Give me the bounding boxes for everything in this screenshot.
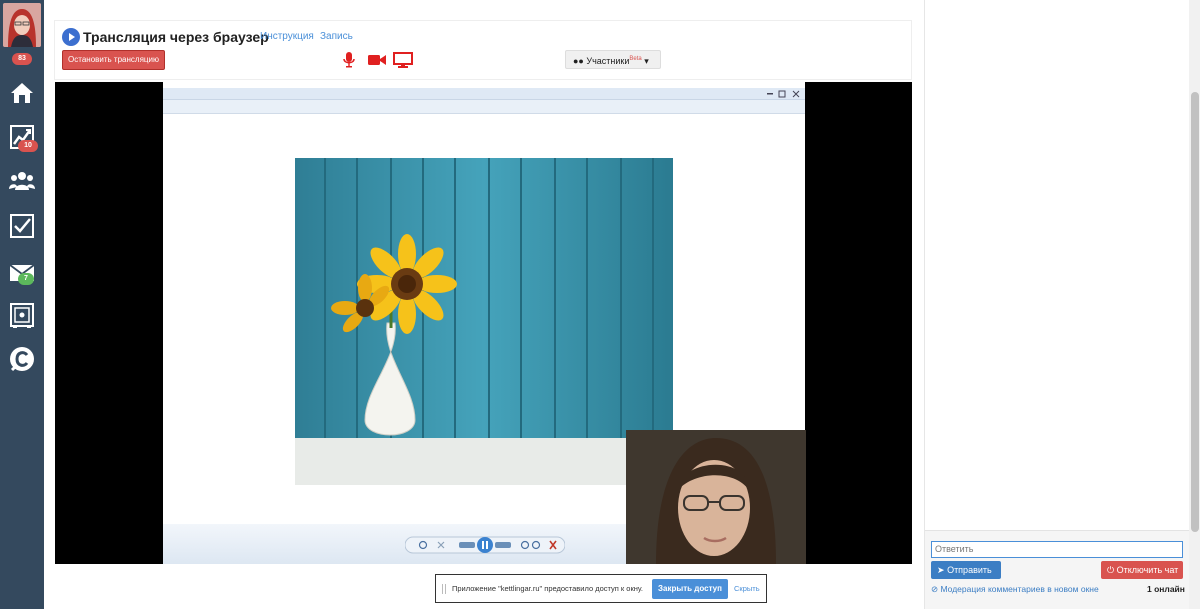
caret-down-icon: ▾: [644, 56, 649, 66]
webcam-overlay: [626, 430, 806, 564]
participants-label: Участники: [586, 56, 630, 66]
disable-chat-button[interactable]: ⏻ Отключить чат: [1101, 561, 1183, 579]
logo-icon[interactable]: [9, 346, 35, 372]
users-icon[interactable]: [9, 168, 35, 194]
video-stream[interactable]: ​ ​: [55, 82, 912, 564]
users-small-icon: ●●: [573, 56, 584, 66]
beta-tag: Beta: [629, 56, 642, 62]
notice-message: Приложение "kettlingar.ru" предоставило …: [452, 584, 643, 593]
broadcast-page: 83 10 7 Трансляция через браузер Инструк…: [0, 0, 1200, 609]
screen-share-icon[interactable]: [393, 52, 413, 68]
power-icon: ⏻: [1107, 565, 1115, 575]
viewer-controls-icon: [405, 536, 565, 554]
broadcast-header: Трансляция через браузер Инструкция Запи…: [54, 20, 912, 80]
paper-plane-icon: ➤: [937, 565, 945, 575]
chat-footer: Ответить ➤ Отправить ⏻ Отключить чат ⊘ М…: [925, 530, 1189, 609]
page-title: Трансляция через браузер: [83, 29, 269, 45]
send-button[interactable]: ➤ Отправить: [931, 561, 1001, 579]
reply-input[interactable]: Ответить: [931, 541, 1183, 558]
mail-badge: 7: [18, 273, 34, 285]
avatar-badge: 83: [12, 53, 32, 65]
shared-window-titlebar: ​: [163, 88, 805, 100]
left-sidebar: 83 10 7: [0, 0, 44, 609]
hide-notice-link[interactable]: Скрыть: [734, 584, 760, 593]
shared-window-menu: ​: [163, 100, 805, 114]
chat-messages: [925, 6, 1189, 529]
drag-handle[interactable]: [442, 584, 446, 594]
scrollbar-thumb[interactable]: [1191, 92, 1199, 532]
disable-chat-label: Отключить чат: [1116, 565, 1179, 575]
stop-broadcast-button[interactable]: Остановить трансляцию: [62, 50, 165, 70]
window-controls-icon: [767, 90, 800, 98]
ban-icon: ⊘: [931, 584, 939, 594]
avatar-image: [3, 3, 41, 47]
sunflower-photo: [295, 158, 673, 485]
play-icon: [62, 28, 80, 46]
avatar[interactable]: [3, 3, 41, 47]
close-access-button[interactable]: Закрыть доступ: [652, 579, 728, 599]
main-area: Трансляция через браузер Инструкция Запи…: [44, 6, 924, 609]
participants-button[interactable]: ●● УчастникиBeta ▾: [565, 50, 661, 69]
chat-panel: Ответить ➤ Отправить ⏻ Отключить чат ⊘ М…: [924, 0, 1200, 609]
moderation-label: Модерация комментариев в новом окне: [940, 584, 1099, 594]
checkbox-icon[interactable]: [9, 213, 35, 239]
home-icon[interactable]: [9, 80, 35, 106]
recording-link[interactable]: Запись: [320, 31, 353, 42]
camera-icon[interactable]: [368, 54, 386, 66]
moderation-link[interactable]: ⊘ Модерация комментариев в новом окне: [931, 584, 1099, 595]
send-label: Отправить: [947, 565, 992, 575]
chat-scrollbar[interactable]: [1189, 0, 1200, 609]
safe-icon[interactable]: [9, 302, 35, 328]
screen-share-notice: Приложение "kettlingar.ru" предоставило …: [435, 574, 767, 603]
microphone-icon[interactable]: [343, 52, 355, 68]
instruction-link[interactable]: Инструкция: [260, 31, 314, 42]
online-count: 1 онлайн: [1147, 584, 1185, 594]
chart-badge: 10: [18, 140, 38, 152]
